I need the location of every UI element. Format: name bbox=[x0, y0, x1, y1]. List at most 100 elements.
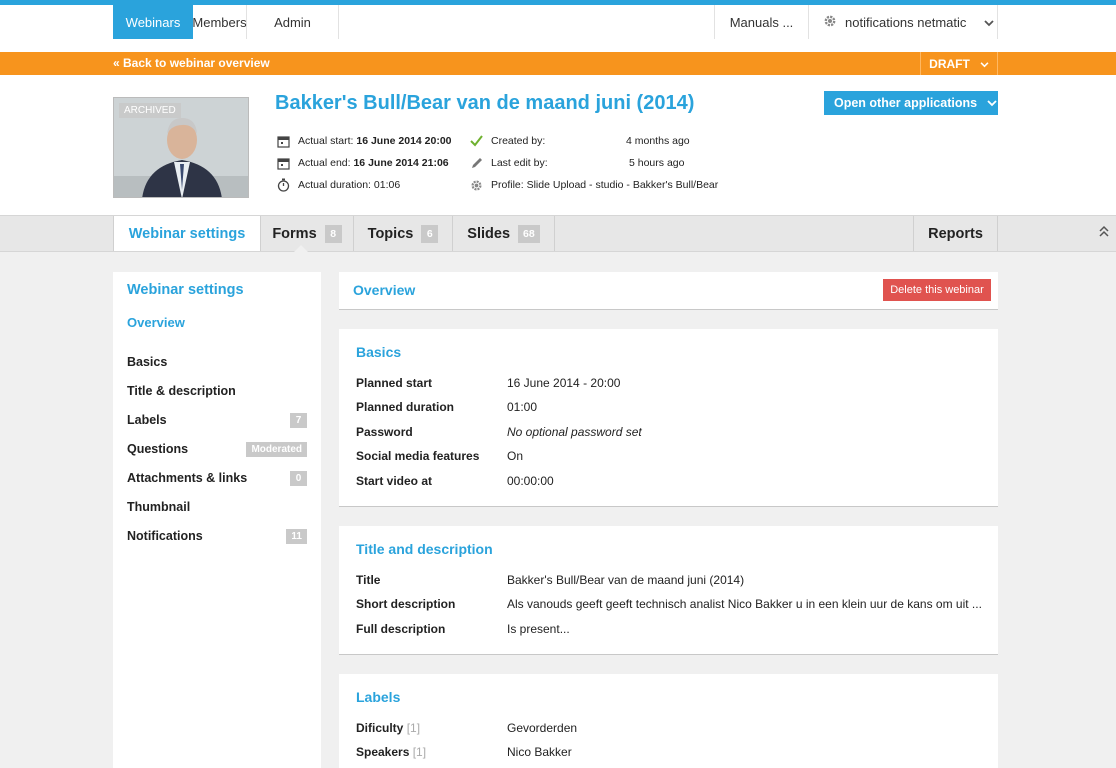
back-to-overview-link[interactable]: « Back to webinar overview bbox=[113, 56, 270, 70]
actual-start: Actual start: 16 June 2014 20:00 bbox=[276, 134, 452, 148]
row-label: Planned duration bbox=[356, 400, 455, 414]
sidebar-item-thumbnail[interactable]: Thumbnail bbox=[127, 497, 307, 517]
actual-end-value: 16 June 2014 21:06 bbox=[353, 157, 449, 169]
chevron-down-icon bbox=[984, 15, 995, 30]
sidebar-item-basics[interactable]: Basics bbox=[127, 352, 307, 372]
sidebar-item-label: Thumbnail bbox=[127, 500, 191, 514]
nav-webinars[interactable]: Webinars bbox=[113, 5, 193, 39]
tab-reports[interactable]: Reports bbox=[913, 216, 998, 251]
last-edit-value: 5 hours ago bbox=[629, 157, 685, 169]
open-other-applications-button[interactable]: Open other applications bbox=[824, 91, 998, 115]
tab-webinar-settings[interactable]: Webinar settings bbox=[113, 216, 308, 252]
manuals-menu[interactable]: Manuals ... bbox=[714, 5, 808, 39]
title-description-title: Title and description bbox=[356, 541, 493, 557]
tab-label: Slides bbox=[467, 225, 511, 242]
table-row: Planned start 16 June 2014 - 20:00 bbox=[356, 376, 986, 390]
nav-members-label[interactable]: Members bbox=[192, 5, 247, 39]
row-count: [1] bbox=[406, 721, 421, 735]
row-value: 00:00:00 bbox=[507, 474, 554, 488]
sidebar-item-questions[interactable]: Questions Moderated bbox=[127, 439, 307, 459]
status-dropdown[interactable]: DRAFT bbox=[920, 52, 998, 75]
table-row: Title Bakker's Bull/Bear van de maand jun… bbox=[356, 573, 986, 587]
sidebar-item-label: Title & description bbox=[127, 384, 236, 398]
settings-sidebar: Webinar settings Overview Basics Title &… bbox=[113, 272, 321, 768]
webinar-header: ARCHIVED Bakker's Bull/Bear van de maand… bbox=[0, 75, 1116, 215]
manuals-label: Manuals ... bbox=[729, 14, 794, 30]
table-row: Full description Is present... bbox=[356, 622, 986, 636]
open-apps-label: Open other applications bbox=[834, 96, 978, 110]
row-value: Nico Bakker bbox=[507, 745, 572, 759]
calendar-icon bbox=[276, 156, 290, 170]
actual-end: Actual end: 16 June 2014 21:06 bbox=[276, 156, 449, 170]
row-value: 16 June 2014 - 20:00 bbox=[507, 376, 621, 390]
table-row: Speakers [1] Nico Bakker bbox=[356, 745, 986, 759]
calendar-icon bbox=[276, 134, 290, 148]
nav-admin[interactable]: Admin bbox=[247, 5, 339, 39]
row-label: Start video at bbox=[356, 474, 433, 488]
tab-label: Topics bbox=[367, 225, 414, 242]
delete-webinar-button[interactable]: Delete this webinar bbox=[883, 279, 991, 301]
count-badge: 7 bbox=[290, 412, 307, 428]
sidebar-item-label: Notifications bbox=[127, 529, 203, 543]
sidebar-item-title-description[interactable]: Title & description bbox=[127, 381, 307, 401]
row-label: Short description bbox=[356, 597, 456, 611]
table-row: Social media features On bbox=[356, 449, 986, 463]
table-row: Short description Als vanouds geeft geeft… bbox=[356, 597, 986, 611]
gear-icon bbox=[823, 14, 837, 31]
sidebar-item-attachments-links[interactable]: Attachments & links 0 bbox=[127, 468, 307, 488]
created-by-value: 4 months ago bbox=[626, 135, 690, 147]
row-label: Full description bbox=[356, 622, 446, 636]
count-badge: 8 bbox=[324, 224, 342, 243]
tab-forms[interactable]: Forms 8 bbox=[261, 216, 354, 251]
count-badge: 0 bbox=[290, 470, 307, 486]
row-value: On bbox=[507, 449, 524, 463]
account-menu[interactable]: notifications netmatic bbox=[808, 5, 998, 39]
row-value: Bakker's Bull/Bear van de maand juni (20… bbox=[507, 573, 745, 587]
row-count: [1] bbox=[412, 745, 427, 759]
row-label: Dificulty bbox=[356, 721, 404, 735]
basics-title: Basics bbox=[356, 344, 402, 360]
row-value: Is present... bbox=[507, 622, 570, 636]
title-description-card: Title and description Title Bakker's Bull… bbox=[339, 526, 998, 655]
last-edit-label: Last edit by: bbox=[491, 157, 548, 169]
actual-start-value: 16 June 2014 20:00 bbox=[356, 135, 452, 147]
nav-members-text: Members bbox=[192, 14, 247, 30]
labels-title: Labels bbox=[356, 689, 401, 705]
sidebar-title: Webinar settings bbox=[127, 282, 244, 298]
webinar-tabs: Webinar settings Forms 8 Topics 6 Slides… bbox=[0, 215, 1116, 252]
collapse-header-icon[interactable] bbox=[1099, 225, 1109, 240]
sidebar-item-labels[interactable]: Labels 7 bbox=[127, 410, 307, 430]
sidebar-item-label: Questions bbox=[127, 442, 189, 456]
profile: Profile: Slide Upload - studio - Bakker'… bbox=[469, 178, 718, 192]
top-navigation: Webinars Members Admin Manuals ... notif… bbox=[0, 5, 1116, 52]
webinar-title: Bakker's Bull/Bear van de maand juni (20… bbox=[275, 92, 695, 114]
chevron-down-icon bbox=[980, 57, 989, 71]
actual-duration-label: Actual duration: bbox=[298, 179, 371, 191]
webinar-thumbnail[interactable]: ARCHIVED bbox=[113, 97, 249, 198]
chevron-down-icon bbox=[987, 96, 997, 110]
row-value: 01:00 bbox=[507, 400, 538, 414]
sub-bar: « Back to webinar overview DRAFT bbox=[0, 52, 1116, 75]
tab-slides[interactable]: Slides 68 bbox=[453, 216, 555, 251]
status-label: DRAFT bbox=[929, 56, 970, 71]
gear-icon bbox=[469, 178, 483, 192]
basics-card: Basics Planned start 16 June 2014 - 20:00… bbox=[339, 329, 998, 507]
row-label: Planned start bbox=[356, 376, 433, 390]
created-by: Created by: 4 months ago bbox=[469, 134, 690, 148]
tab-topics[interactable]: Topics 6 bbox=[354, 216, 453, 251]
row-label: Title bbox=[356, 573, 381, 587]
count-badge: 11 bbox=[286, 528, 307, 544]
count-badge: 68 bbox=[518, 224, 540, 243]
created-by-label: Created by: bbox=[491, 135, 546, 147]
tab-label: Webinar settings bbox=[128, 225, 246, 242]
sidebar-item-label: Attachments & links bbox=[127, 471, 248, 485]
pencil-icon bbox=[469, 156, 483, 170]
sidebar-item-label: Basics bbox=[127, 355, 168, 369]
row-label: Speakers bbox=[356, 745, 410, 759]
table-row: Start video at 00:00:00 bbox=[356, 474, 986, 488]
row-label: Social media features bbox=[356, 449, 480, 463]
table-row: Dificulty [1] Gevorderden bbox=[356, 721, 986, 735]
row-value: Gevorderden bbox=[507, 721, 578, 735]
sidebar-item-notifications[interactable]: Notifications 11 bbox=[127, 526, 307, 546]
sidebar-item-overview[interactable]: Overview bbox=[127, 315, 185, 330]
